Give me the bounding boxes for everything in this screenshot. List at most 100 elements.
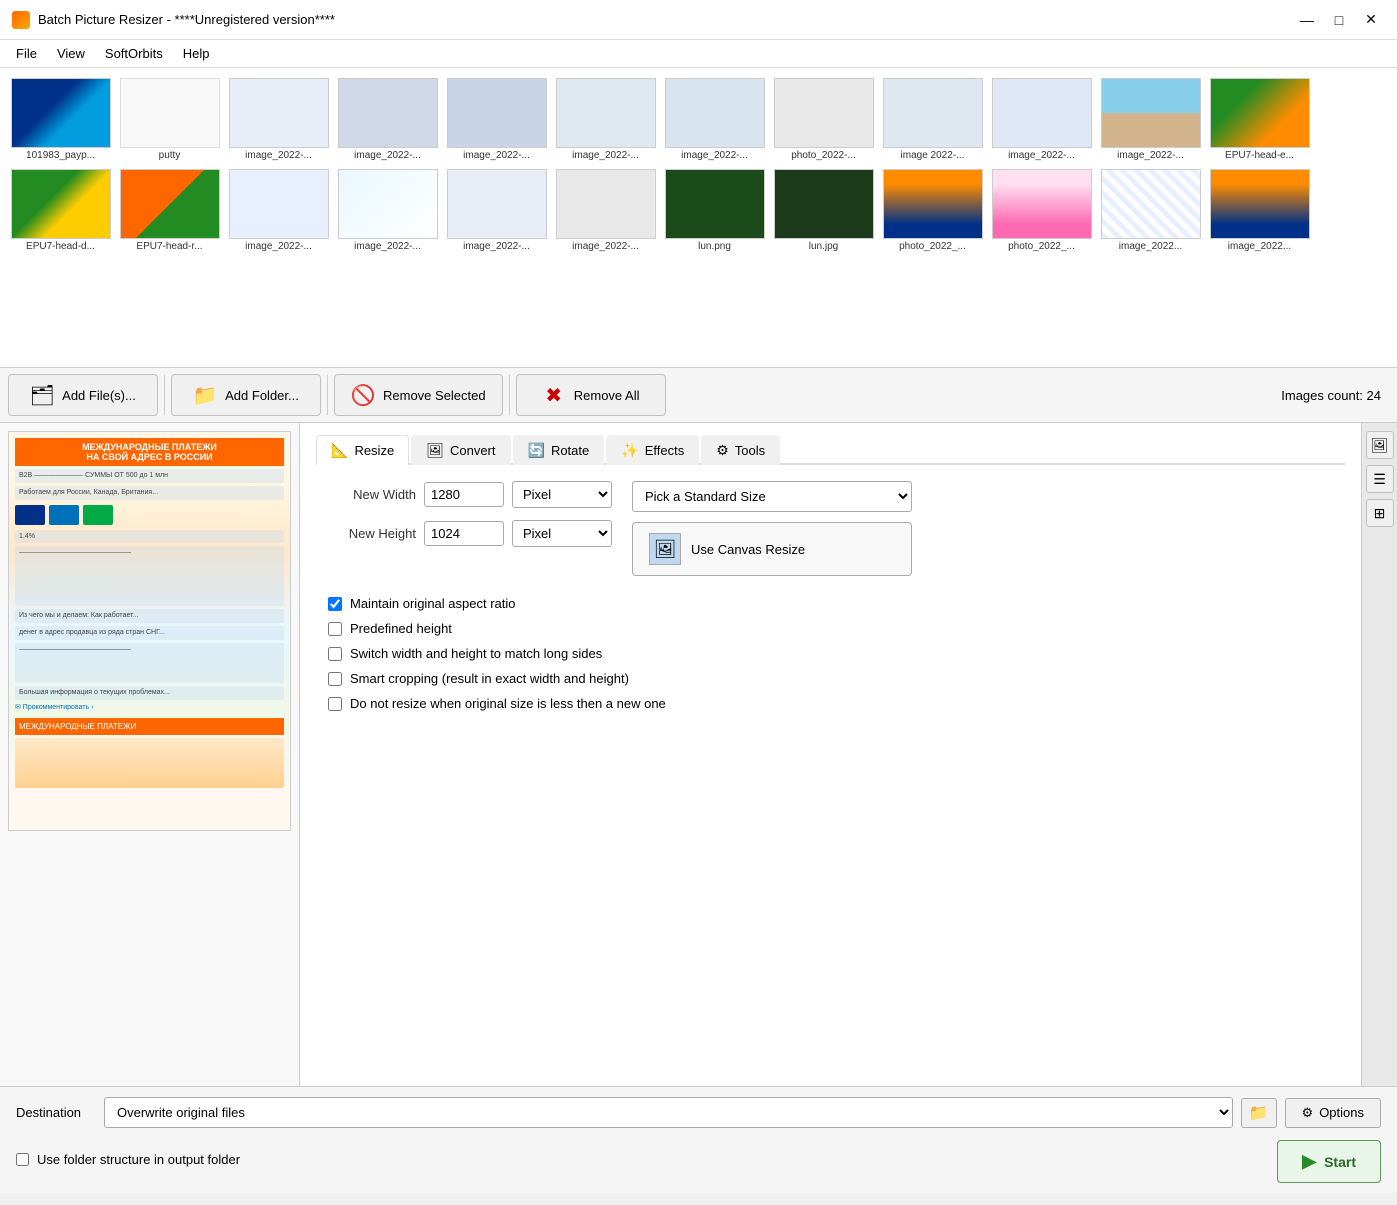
menu-softorbits[interactable]: SoftOrbits bbox=[97, 42, 171, 65]
tools-tab-icon: ⚙ bbox=[716, 442, 729, 459]
width-unit-select[interactable]: Pixel Percent Inch Cm bbox=[512, 481, 612, 508]
list-item[interactable]: image_2022-... bbox=[226, 167, 331, 254]
tab-rotate[interactable]: 🔄 Rotate bbox=[513, 435, 605, 465]
remove-all-button[interactable]: ✖ Remove All bbox=[516, 374, 666, 416]
tabs-container: 📐 Resize 🖼 Convert 🔄 Rotate ✨ Effects ⚙ bbox=[316, 435, 1345, 465]
minimize-button[interactable]: — bbox=[1293, 6, 1321, 34]
dimensions-right: Pick a Standard Size 800x600 1024x768 12… bbox=[632, 481, 912, 588]
predefined-height-label[interactable]: Predefined height bbox=[350, 621, 452, 636]
list-item[interactable]: image_2022-... bbox=[335, 167, 440, 254]
folder-structure-label[interactable]: Use folder structure in output folder bbox=[37, 1152, 240, 1167]
thumbnail-label: putty bbox=[120, 150, 220, 161]
list-item[interactable]: photo_2022-... bbox=[771, 76, 876, 163]
list-item[interactable]: EPU7-head-d... bbox=[8, 167, 113, 254]
smart-cropping-label[interactable]: Smart cropping (result in exact width an… bbox=[350, 671, 629, 686]
options-label: Options bbox=[1319, 1105, 1364, 1120]
thumbnail-label: lun.png bbox=[665, 241, 765, 252]
effects-tab-label: Effects bbox=[645, 443, 685, 458]
thumbnail-image bbox=[1210, 169, 1310, 239]
folder-structure-row: Use folder structure in output folder bbox=[16, 1152, 240, 1167]
destination-browse-button[interactable]: 📁 bbox=[1241, 1098, 1277, 1128]
tools-tab-label: Tools bbox=[735, 443, 765, 458]
tab-resize[interactable]: 📐 Resize bbox=[316, 435, 409, 465]
add-folder-button[interactable]: 📁 Add Folder... bbox=[171, 374, 321, 416]
menu-file[interactable]: File bbox=[8, 42, 45, 65]
list-item[interactable]: image_2022... bbox=[1207, 167, 1312, 254]
tab-convert[interactable]: 🖼 Convert bbox=[411, 435, 510, 465]
list-item[interactable]: lun.png bbox=[662, 167, 767, 254]
thumbnail-label: image_2022-... bbox=[1101, 150, 1201, 161]
add-folder-label: Add Folder... bbox=[225, 388, 299, 403]
list-item[interactable]: image_2022-... bbox=[226, 76, 331, 163]
effects-tab-icon: ✨ bbox=[621, 442, 638, 459]
menu-view[interactable]: View bbox=[49, 42, 93, 65]
thumbnail-image bbox=[774, 169, 874, 239]
smart-cropping-checkbox[interactable] bbox=[328, 672, 342, 686]
list-item[interactable]: photo_2022_... bbox=[880, 167, 985, 254]
switch-dimensions-label[interactable]: Switch width and height to match long si… bbox=[350, 646, 602, 661]
list-item[interactable]: image 2022-... bbox=[880, 76, 985, 163]
destination-select[interactable]: Overwrite original files Save to folder … bbox=[104, 1097, 1233, 1128]
list-item[interactable]: image_2022-... bbox=[444, 76, 549, 163]
add-folder-icon: 📁 bbox=[193, 383, 217, 407]
remove-all-icon: ✖ bbox=[542, 383, 566, 407]
width-input[interactable] bbox=[424, 482, 504, 507]
list-item[interactable]: image_2022-... bbox=[662, 76, 767, 163]
canvas-resize-button[interactable]: 🖼 Use Canvas Resize bbox=[632, 522, 912, 576]
start-label: Start bbox=[1324, 1154, 1356, 1170]
switch-dimensions-row: Switch width and height to match long si… bbox=[316, 646, 1345, 661]
menu-help[interactable]: Help bbox=[175, 42, 218, 65]
list-item[interactable]: image_2022... bbox=[1098, 167, 1203, 254]
maximize-button[interactable]: □ bbox=[1325, 6, 1353, 34]
thumbnail-label: image_2022-... bbox=[665, 150, 765, 161]
list-item[interactable]: EPU7-head-r... bbox=[117, 167, 222, 254]
image-gallery[interactable]: 101983_payp...puttyimage_2022-...image_2… bbox=[0, 68, 1397, 368]
maintain-aspect-row: Maintain original aspect ratio bbox=[316, 596, 1345, 611]
thumbnail-image bbox=[883, 169, 983, 239]
list-item[interactable]: image_2022-... bbox=[335, 76, 440, 163]
maintain-aspect-checkbox[interactable] bbox=[328, 597, 342, 611]
list-item[interactable]: photo_2022_... bbox=[989, 167, 1094, 254]
start-button[interactable]: ▶ Start bbox=[1277, 1140, 1381, 1183]
table-view-button[interactable]: ⊞ bbox=[1366, 499, 1394, 527]
list-item[interactable]: image_2022-... bbox=[1098, 76, 1203, 163]
no-resize-checkbox[interactable] bbox=[328, 697, 342, 711]
tab-effects[interactable]: ✨ Effects bbox=[606, 435, 699, 465]
separator-1 bbox=[164, 375, 165, 415]
switch-dimensions-checkbox[interactable] bbox=[328, 647, 342, 661]
width-label: New Width bbox=[316, 487, 416, 502]
predefined-height-checkbox[interactable] bbox=[328, 622, 342, 636]
add-files-button[interactable]: 🗂 Add File(s)... bbox=[8, 374, 158, 416]
list-item[interactable]: 101983_payp... bbox=[8, 76, 113, 163]
height-row: New Height Pixel Percent Inch Cm bbox=[316, 520, 612, 547]
list-item[interactable]: EPU7-head-e... bbox=[1207, 76, 1312, 163]
remove-selected-button[interactable]: 🚫 Remove Selected bbox=[334, 374, 503, 416]
list-item[interactable]: putty bbox=[117, 76, 222, 163]
thumbnail-image bbox=[665, 78, 765, 148]
list-item[interactable]: image_2022-... bbox=[553, 167, 658, 254]
tab-tools[interactable]: ⚙ Tools bbox=[701, 435, 780, 465]
options-button[interactable]: ⚙ Options bbox=[1285, 1098, 1381, 1128]
thumbnail-label: image_2022-... bbox=[447, 241, 547, 252]
list-item[interactable]: image_2022-... bbox=[444, 167, 549, 254]
app-icon bbox=[12, 11, 30, 29]
no-resize-label[interactable]: Do not resize when original size is less… bbox=[350, 696, 666, 711]
thumbnail-label: EPU7-head-e... bbox=[1210, 150, 1310, 161]
thumbnail-image bbox=[229, 169, 329, 239]
predefined-height-row: Predefined height bbox=[316, 621, 1345, 636]
content-area: МЕЖДУНАРОДНЫЕ ПЛАТЕЖИНА СВОЙ АДРЕС В РОС… bbox=[0, 423, 1397, 1086]
standard-size-select[interactable]: Pick a Standard Size 800x600 1024x768 12… bbox=[632, 481, 912, 512]
convert-tab-label: Convert bbox=[450, 443, 496, 458]
start-icon: ▶ bbox=[1302, 1151, 1316, 1172]
main-container: 101983_payp...puttyimage_2022-...image_2… bbox=[0, 68, 1397, 1193]
height-unit-select[interactable]: Pixel Percent Inch Cm bbox=[512, 520, 612, 547]
folder-structure-checkbox[interactable] bbox=[16, 1153, 29, 1166]
list-item[interactable]: image_2022-... bbox=[553, 76, 658, 163]
gallery-view-button[interactable]: 🖼 bbox=[1366, 431, 1394, 459]
list-item[interactable]: lun.jpg bbox=[771, 167, 876, 254]
maintain-aspect-label[interactable]: Maintain original aspect ratio bbox=[350, 596, 515, 611]
list-view-button[interactable]: ☰ bbox=[1366, 465, 1394, 493]
height-input[interactable] bbox=[424, 521, 504, 546]
close-button[interactable]: ✕ bbox=[1357, 6, 1385, 34]
list-item[interactable]: image_2022-... bbox=[989, 76, 1094, 163]
